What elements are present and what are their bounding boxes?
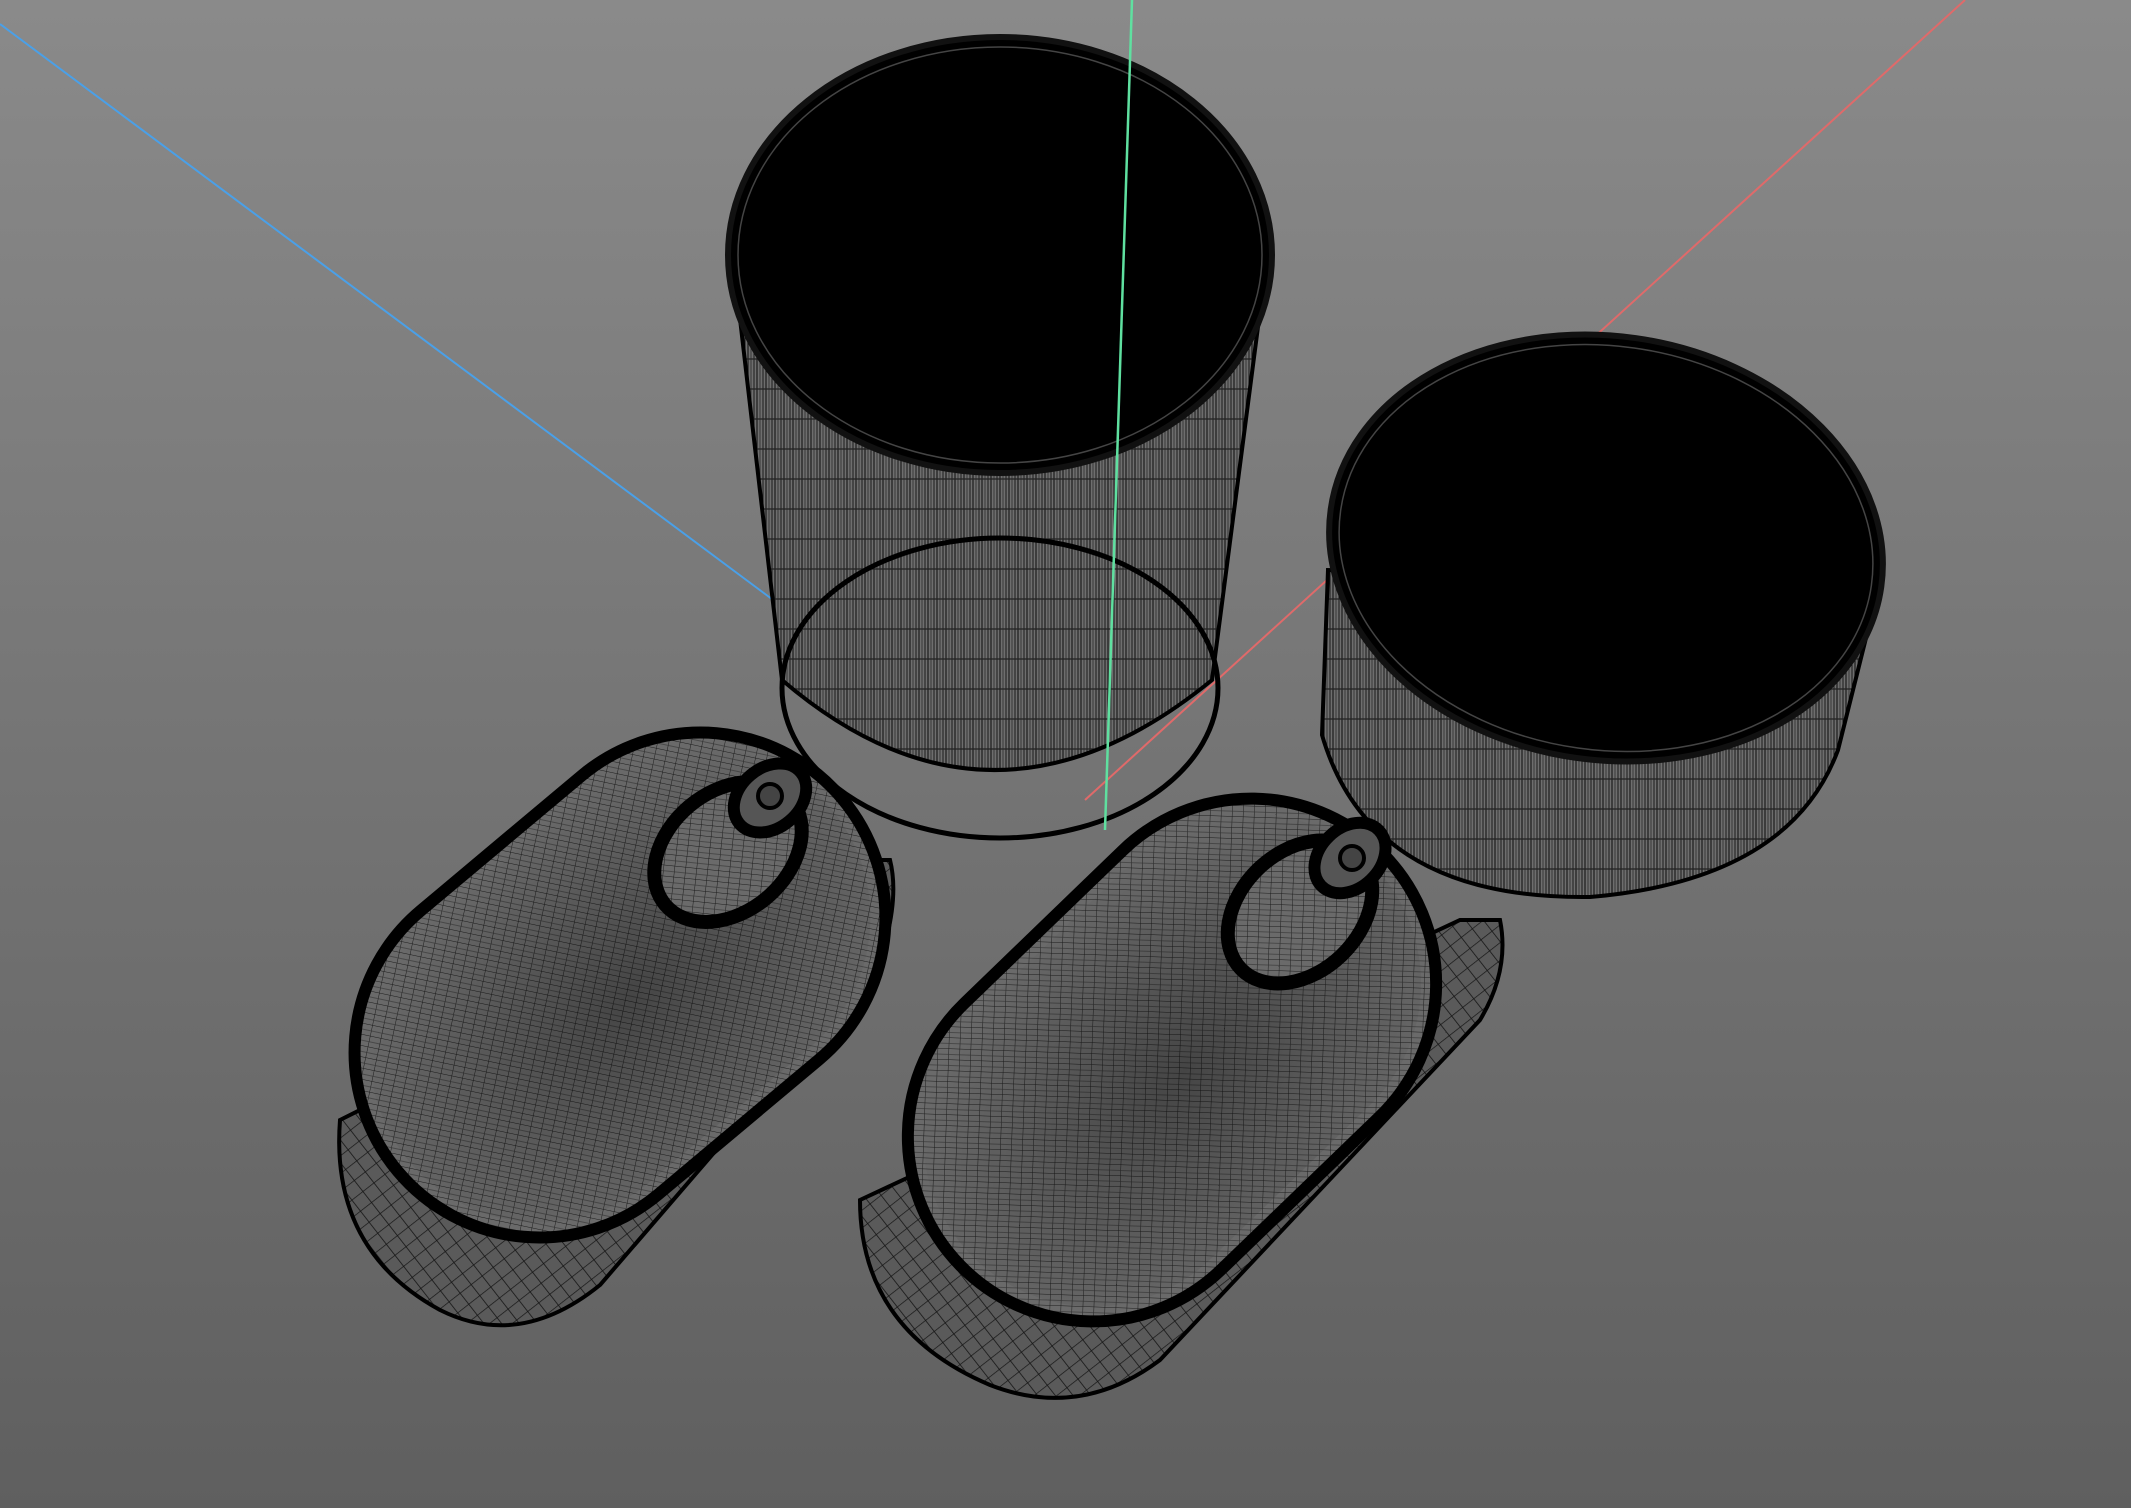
3d-viewport[interactable] bbox=[0, 0, 2131, 1508]
viewport-canvas bbox=[0, 0, 2131, 1508]
